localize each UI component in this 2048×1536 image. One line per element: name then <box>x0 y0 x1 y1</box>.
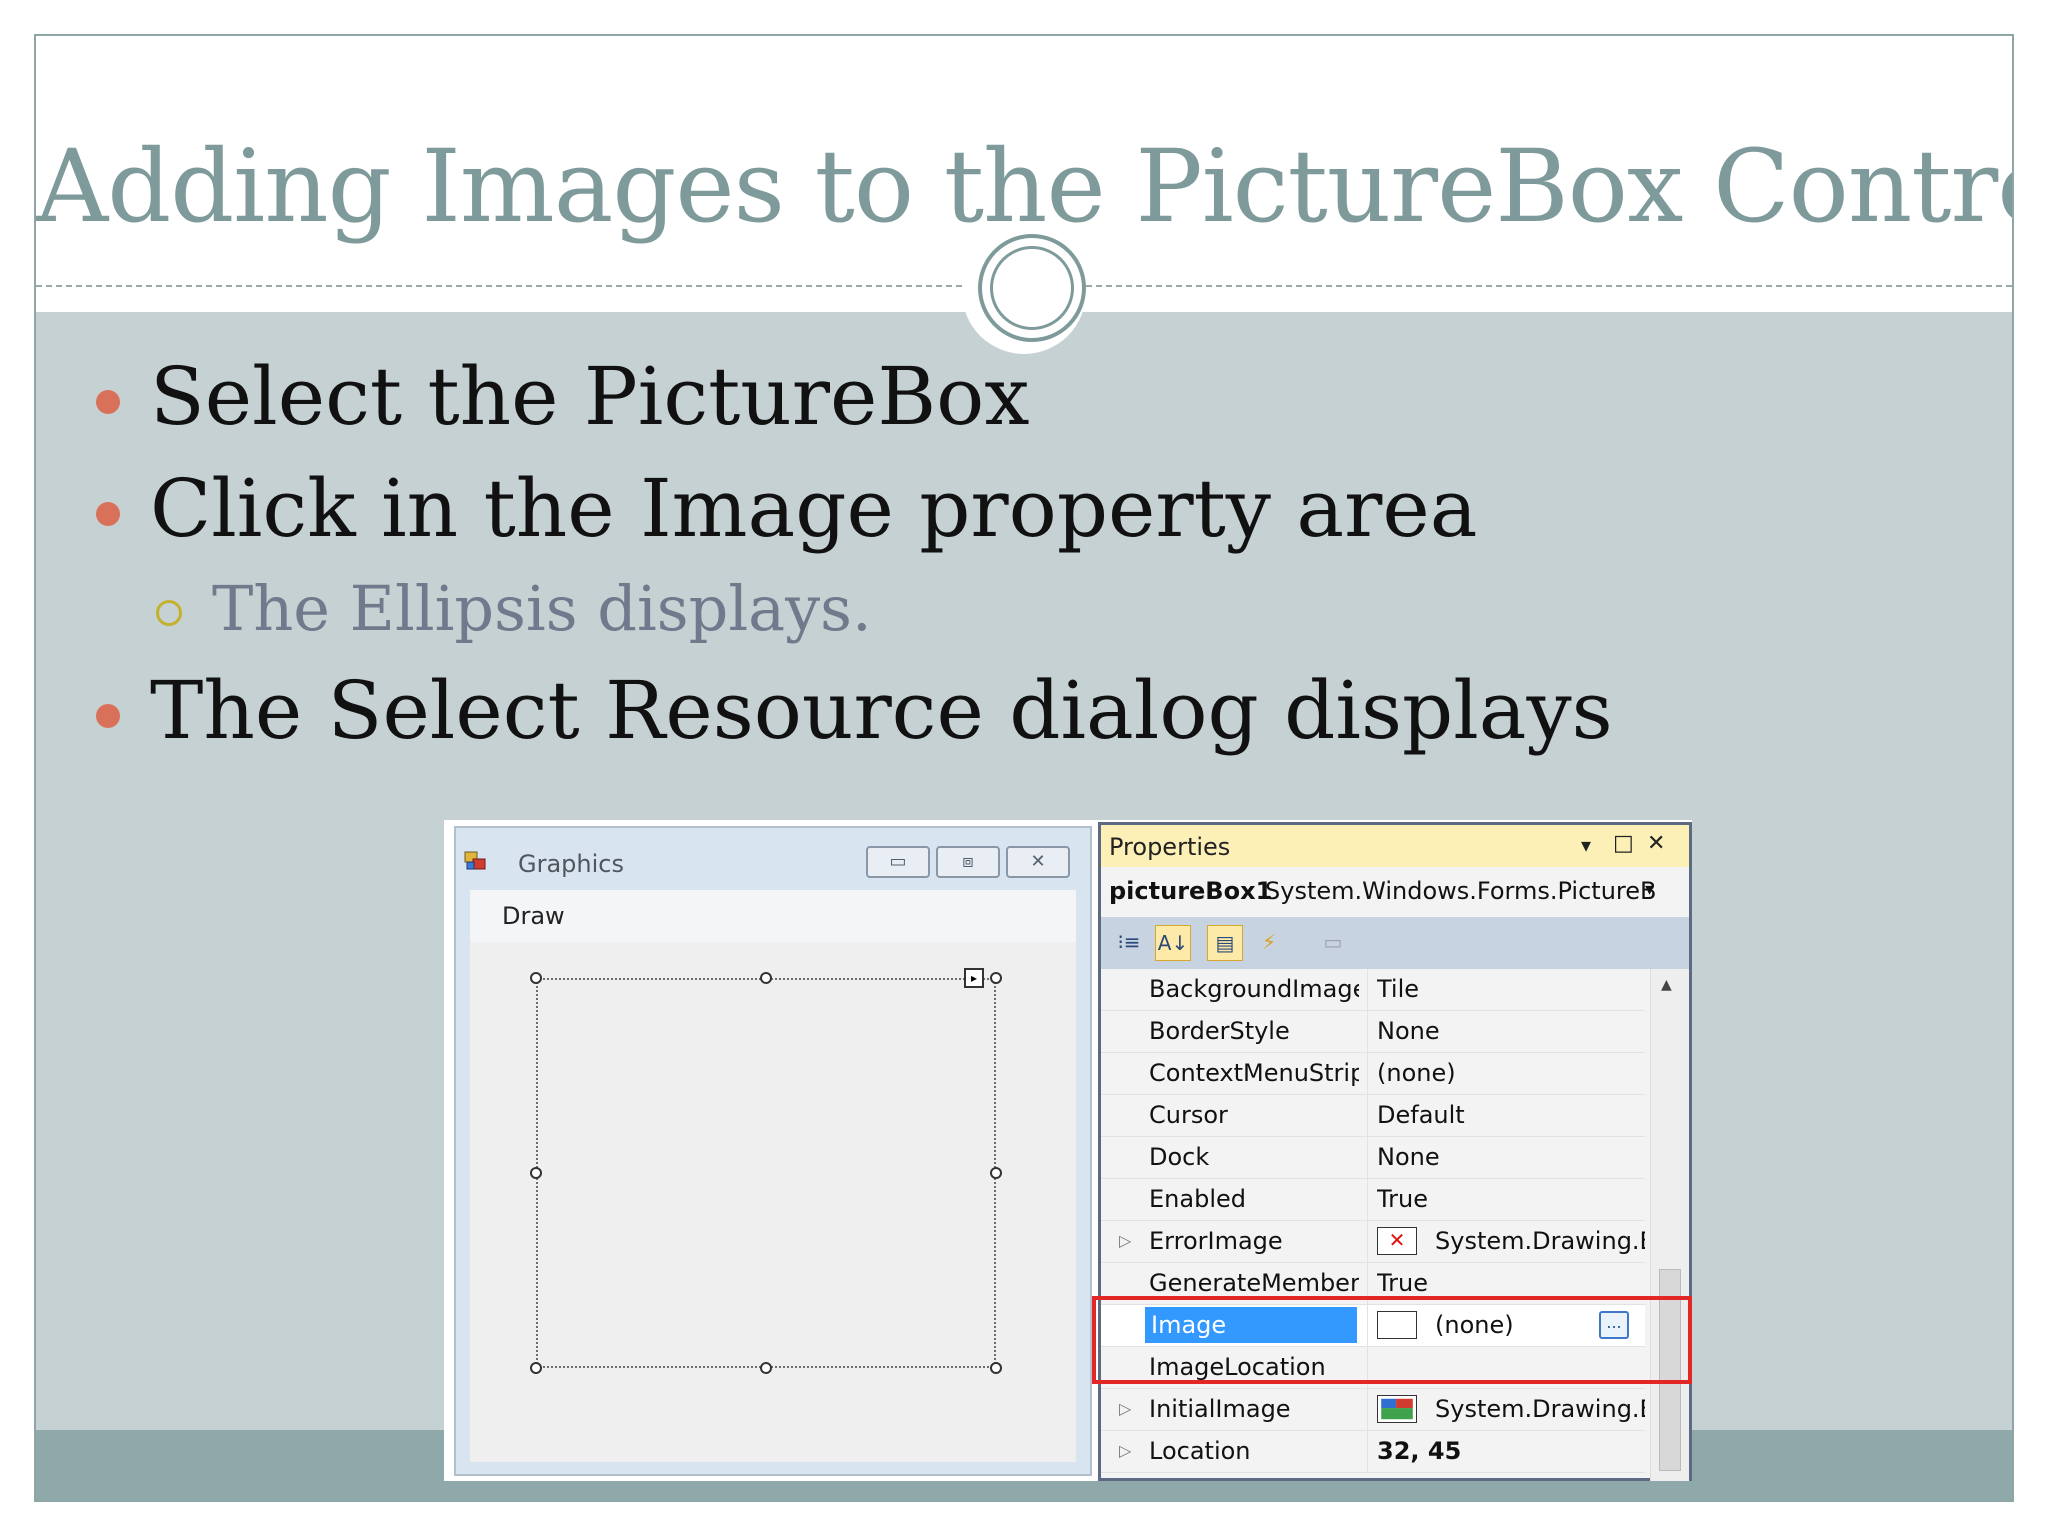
resize-handle[interactable] <box>530 1167 542 1179</box>
property-value: Default <box>1377 1101 1465 1129</box>
image-property-highlight <box>1092 1296 1692 1384</box>
property-row[interactable]: ▷ InitialImage System.Drawing.B <box>1101 1389 1645 1431</box>
property-name: ContextMenuStrip <box>1149 1059 1359 1087</box>
object-name: pictureBox1 <box>1109 877 1273 905</box>
vertical-scrollbar[interactable]: ▲ <box>1650 969 1689 1481</box>
property-name: Cursor <box>1149 1101 1228 1129</box>
error-image-swatch-icon: ✕ <box>1377 1227 1417 1255</box>
minimize-button[interactable]: ▭ <box>866 846 930 878</box>
properties-icon[interactable]: ▤ <box>1207 925 1243 961</box>
scroll-up-icon[interactable]: ▲ <box>1661 977 1672 993</box>
resize-handle[interactable] <box>530 1362 542 1374</box>
property-name: GenerateMember <box>1149 1269 1359 1297</box>
form-menubar: Draw <box>470 890 1076 942</box>
expand-icon[interactable]: ▷ <box>1119 1231 1131 1250</box>
resize-handle[interactable] <box>990 1167 1002 1179</box>
form-designer-window: Graphics ▭ ⧈ ✕ Draw ▸ <box>454 826 1092 1476</box>
property-row[interactable]: BackgroundImageL Tile <box>1101 969 1645 1011</box>
bullet-dot <box>96 502 120 526</box>
property-row[interactable]: ▷ Location 32, 45 <box>1101 1431 1645 1473</box>
property-name: BackgroundImageL <box>1149 975 1359 1003</box>
property-row[interactable]: ▷ ErrorImage ✕ System.Drawing.B <box>1101 1221 1645 1263</box>
initial-image-swatch-icon <box>1377 1395 1417 1423</box>
resize-handle[interactable] <box>530 972 542 984</box>
property-name: ErrorImage <box>1149 1227 1283 1255</box>
graphics-app-icon <box>464 851 486 870</box>
resize-handle[interactable] <box>990 972 1002 984</box>
property-value: None <box>1377 1017 1440 1045</box>
property-name: Dock <box>1149 1143 1210 1171</box>
property-value: System.Drawing.B <box>1435 1227 1645 1255</box>
resize-handle[interactable] <box>990 1362 1002 1374</box>
close-button[interactable]: ✕ <box>1006 846 1070 878</box>
property-name: Enabled <box>1149 1185 1246 1213</box>
slide-title: Adding Images to the PictureBox Control <box>36 128 2014 245</box>
close-icon[interactable]: ✕ <box>1647 831 1665 856</box>
property-name: Location <box>1149 1437 1251 1465</box>
window-title: Graphics <box>518 850 624 878</box>
maximize-button[interactable]: ⧈ <box>936 846 1000 878</box>
property-row[interactable]: Enabled True <box>1101 1179 1645 1221</box>
properties-titlebar: Properties ▾ □ ✕ <box>1101 825 1689 867</box>
property-name: BorderStyle <box>1149 1017 1290 1045</box>
bullet-3: The Select Resource dialog displays <box>150 664 1613 757</box>
bullet-2: Click in the Image property area <box>150 462 1478 555</box>
property-value: Tile <box>1377 975 1420 1003</box>
events-icon[interactable]: ⚡ <box>1251 925 1287 961</box>
property-grid: BackgroundImageL Tile BorderStyle None Con… <box>1101 969 1645 1473</box>
expand-icon[interactable]: ▷ <box>1119 1399 1131 1418</box>
property-value: 32, 45 <box>1377 1437 1462 1465</box>
property-value: (none) <box>1377 1059 1456 1087</box>
resize-handle[interactable] <box>760 1362 772 1374</box>
property-value: True <box>1377 1269 1428 1297</box>
property-row[interactable]: Cursor Default <box>1101 1095 1645 1137</box>
property-name: InitialImage <box>1149 1395 1291 1423</box>
maximize-icon[interactable]: □ <box>1613 831 1634 856</box>
property-row[interactable]: ContextMenuStrip (none) <box>1101 1053 1645 1095</box>
property-pages-icon[interactable]: ▭ <box>1315 925 1351 961</box>
expand-icon[interactable]: ▷ <box>1119 1441 1131 1460</box>
object-selector[interactable]: pictureBox1 System.Windows.Forms.Picture… <box>1101 867 1689 917</box>
bullet-dot <box>96 390 120 414</box>
sub-bullet-ring <box>156 600 182 626</box>
maximize-icon: ⧈ <box>962 851 974 872</box>
categorized-icon[interactable]: ⁝≡ <box>1111 925 1147 961</box>
picturebox-control[interactable] <box>536 978 996 1368</box>
form-canvas: ▸ <box>470 942 1076 1462</box>
properties-title: Properties <box>1109 833 1231 861</box>
close-icon: ✕ <box>1030 851 1046 872</box>
property-value: System.Drawing.B <box>1435 1395 1645 1423</box>
object-type: System.Windows.Forms.PictureB <box>1265 877 1657 905</box>
minimize-icon: ▭ <box>889 851 907 872</box>
chevron-down-icon[interactable]: ▾ <box>1645 879 1654 900</box>
sub-bullet: The Ellipsis displays. <box>212 572 872 645</box>
resize-handle[interactable] <box>760 972 772 984</box>
property-row[interactable]: BorderStyle None <box>1101 1011 1645 1053</box>
smart-tag-icon[interactable]: ▸ <box>964 968 984 988</box>
menu-item-draw[interactable]: Draw <box>502 902 565 930</box>
bullet-dot <box>96 704 120 728</box>
properties-toolbar: ⁝≡ A↓ ▤ ⚡ ▭ <box>1101 917 1689 969</box>
property-value: True <box>1377 1185 1428 1213</box>
property-row[interactable]: Dock None <box>1101 1137 1645 1179</box>
property-value: None <box>1377 1143 1440 1171</box>
bullet-1: Select the PictureBox <box>150 350 1030 443</box>
dropdown-arrow-icon[interactable]: ▾ <box>1581 833 1591 857</box>
ornament-inner-ring <box>990 246 1074 330</box>
alphabetical-icon[interactable]: A↓ <box>1155 925 1191 961</box>
